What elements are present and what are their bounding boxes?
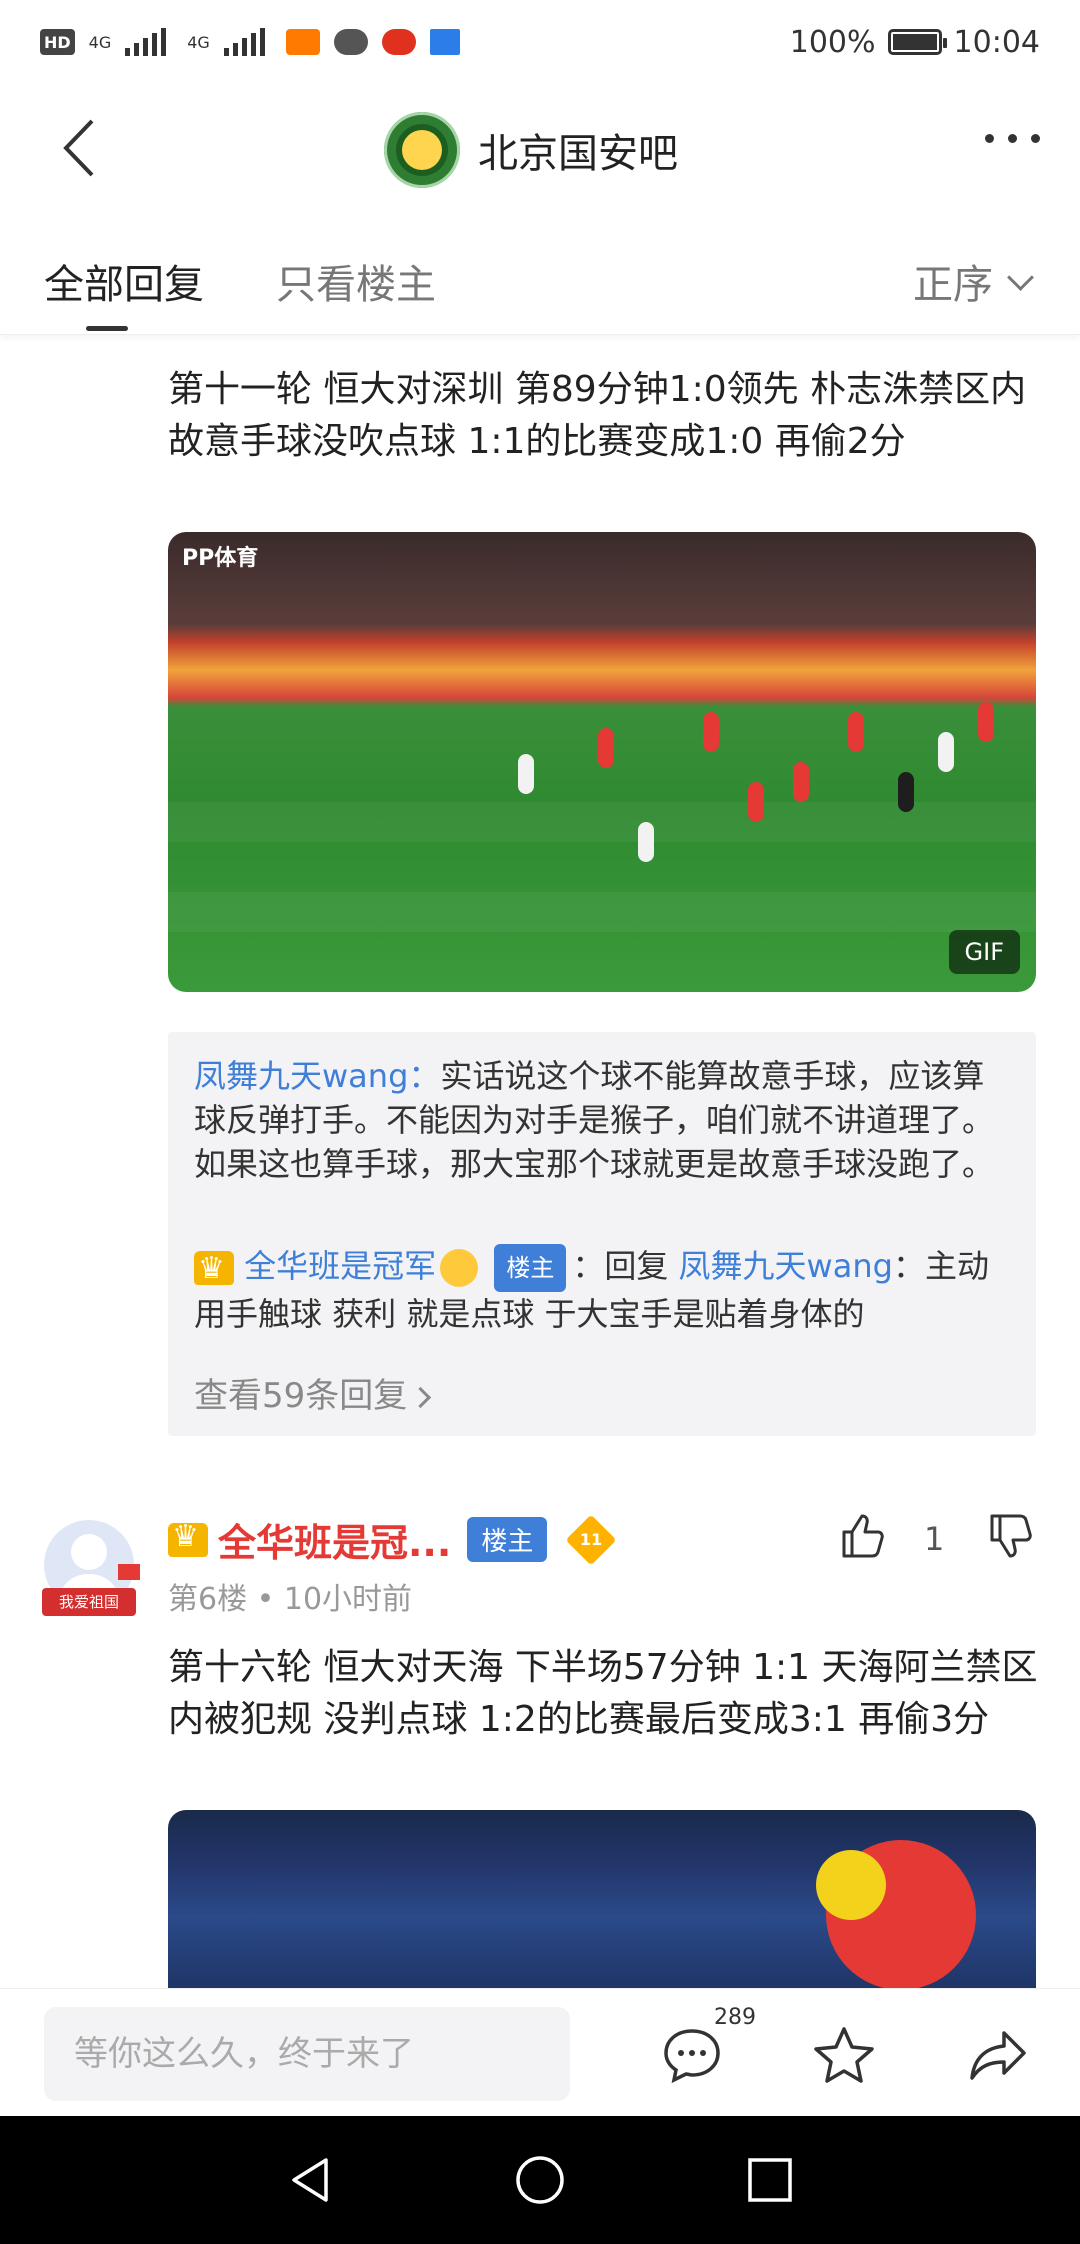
battery-icon bbox=[887, 29, 947, 55]
bottom-bar: 等你这么久，终于来了 289 bbox=[0, 1988, 1080, 2117]
like-count: 1 bbox=[924, 1520, 945, 1558]
player bbox=[518, 754, 534, 794]
active-tab-indicator bbox=[86, 326, 128, 331]
colon: ： bbox=[408, 1057, 441, 1095]
status-right: 100% 10:04 bbox=[790, 25, 1040, 60]
op-badge: 楼主 bbox=[494, 1244, 567, 1292]
player bbox=[848, 712, 864, 752]
star-icon[interactable] bbox=[812, 2023, 876, 2087]
player bbox=[978, 702, 994, 742]
nav-home-icon[interactable] bbox=[514, 2154, 566, 2206]
tab-only-op[interactable]: 只看楼主 bbox=[276, 252, 436, 310]
flag-icon bbox=[118, 1564, 140, 1580]
floor-meta: 第6楼 • 10小时前 bbox=[168, 1582, 413, 1617]
player bbox=[898, 772, 914, 812]
status-left: HD 4G 4G bbox=[40, 28, 460, 56]
back-arrow-icon bbox=[63, 119, 94, 177]
view-more-label: 查看59条回复 bbox=[194, 1376, 408, 1416]
sim2-label: 4G bbox=[187, 32, 210, 52]
reply-word: ：回复 bbox=[572, 1247, 669, 1285]
more-dot-icon bbox=[985, 134, 994, 143]
sort-dropdown[interactable]: 正序 bbox=[913, 252, 1034, 310]
share-icon[interactable] bbox=[966, 2023, 1030, 2087]
back-button[interactable] bbox=[50, 116, 110, 180]
more-dot-icon bbox=[1031, 134, 1040, 143]
broadcast-logo: PP体育 bbox=[182, 546, 259, 571]
forum-name: 北京国安吧 bbox=[478, 131, 678, 177]
system-nav-bar bbox=[0, 2116, 1080, 2244]
header-bar: 北京国安吧 bbox=[0, 84, 1080, 216]
post-image[interactable] bbox=[168, 1810, 1036, 1988]
nav-recents-icon[interactable] bbox=[744, 2154, 796, 2206]
level-badge: 11 bbox=[565, 1514, 617, 1565]
chevron-right-icon bbox=[410, 1386, 432, 1409]
sub-reply-1[interactable]: 凤舞九天wang：实话说这个球不能算故意手球，应该算球反弹打手。不能因为对手是猴… bbox=[194, 1054, 1014, 1186]
emoji-icon bbox=[440, 1249, 479, 1287]
gif-frame: PP体育 GIF bbox=[168, 532, 1036, 992]
level-number: 11 bbox=[580, 1529, 603, 1549]
sub-reply-2[interactable]: 全华班是冠军 楼主：回复 凤舞九天wang：主动用手触球 获利 就是点球 于大宝… bbox=[194, 1244, 1014, 1336]
reply-tabs: 全部回复 只看楼主 正序 bbox=[0, 216, 1080, 335]
thumbs-up-icon[interactable] bbox=[836, 1510, 888, 1562]
forum-logo bbox=[384, 112, 460, 188]
clock: 10:04 bbox=[953, 24, 1040, 60]
signal-icon-2 bbox=[223, 28, 272, 56]
pitch-stripe bbox=[168, 892, 1036, 932]
nav-back-icon[interactable] bbox=[284, 2154, 336, 2206]
sim1-label: 4G bbox=[88, 32, 112, 52]
comment-count: 289 bbox=[714, 2005, 756, 2030]
post-author[interactable]: 全华班是冠... 楼主 11 bbox=[168, 1512, 617, 1567]
player bbox=[598, 728, 614, 768]
view-more-replies-link[interactable]: 查看59条回复 bbox=[194, 1368, 432, 1417]
player bbox=[748, 782, 764, 822]
battery-percent: 100% bbox=[789, 24, 876, 60]
status-bar: HD 4G 4G 100% 10:04 bbox=[0, 0, 1080, 84]
more-dot-icon bbox=[1008, 134, 1017, 143]
reply-target-username[interactable]: 凤舞九天wang bbox=[679, 1247, 893, 1285]
post-text: 第十一轮 恒大对深圳 第89分钟1:0领先 朴志洙禁区内故意手球没吹点球 1:1… bbox=[168, 369, 1027, 462]
hd-icon: HD bbox=[40, 29, 75, 55]
tab-all-replies[interactable]: 全部回复 bbox=[44, 252, 204, 310]
youku-icon bbox=[429, 29, 460, 55]
wechat-icon bbox=[333, 29, 368, 55]
op-badge: 楼主 bbox=[467, 1517, 548, 1562]
sub-reply-username[interactable]: 凤舞九天wang bbox=[194, 1057, 408, 1095]
app-notification-icon bbox=[285, 29, 320, 55]
image-frame bbox=[168, 1810, 1036, 1988]
post-gif[interactable]: PP体育 GIF bbox=[168, 532, 1036, 992]
player bbox=[793, 762, 809, 802]
hd-label: HD bbox=[44, 32, 71, 52]
post-text: 第十六轮 恒大对天海 下半场57分钟 1:1 天海阿兰禁区内被犯规 没判点球 1… bbox=[168, 1647, 1038, 1740]
player bbox=[938, 732, 954, 772]
comment-icon[interactable] bbox=[660, 2023, 724, 2087]
player bbox=[703, 712, 719, 752]
sub-reply-username[interactable]: 全华班是冠军 bbox=[244, 1247, 436, 1285]
sort-label: 正序 bbox=[913, 262, 993, 308]
gif-badge: GIF bbox=[948, 930, 1020, 974]
crown-icon bbox=[194, 1247, 234, 1291]
sub-replies: 凤舞九天wang：实话说这个球不能算故意手球，应该算球反弹打手。不能因为对手是猴… bbox=[168, 1032, 1036, 1436]
avatar-banner: 我爱祖国 bbox=[42, 1588, 136, 1616]
forum-title[interactable]: 北京国安吧 bbox=[384, 112, 678, 188]
reply-input[interactable]: 等你这么久，终于来了 bbox=[44, 2007, 570, 2101]
signal-icon bbox=[125, 28, 173, 56]
thumbs-down-icon[interactable] bbox=[984, 1510, 1036, 1562]
player bbox=[638, 822, 654, 862]
chevron-down-icon bbox=[1007, 263, 1034, 291]
more-menu-button[interactable] bbox=[985, 134, 1040, 143]
crown-icon bbox=[168, 1519, 208, 1557]
sina-icon bbox=[381, 29, 416, 55]
author-name[interactable]: 全华班是冠... bbox=[218, 1512, 451, 1567]
player bbox=[816, 1850, 886, 1920]
